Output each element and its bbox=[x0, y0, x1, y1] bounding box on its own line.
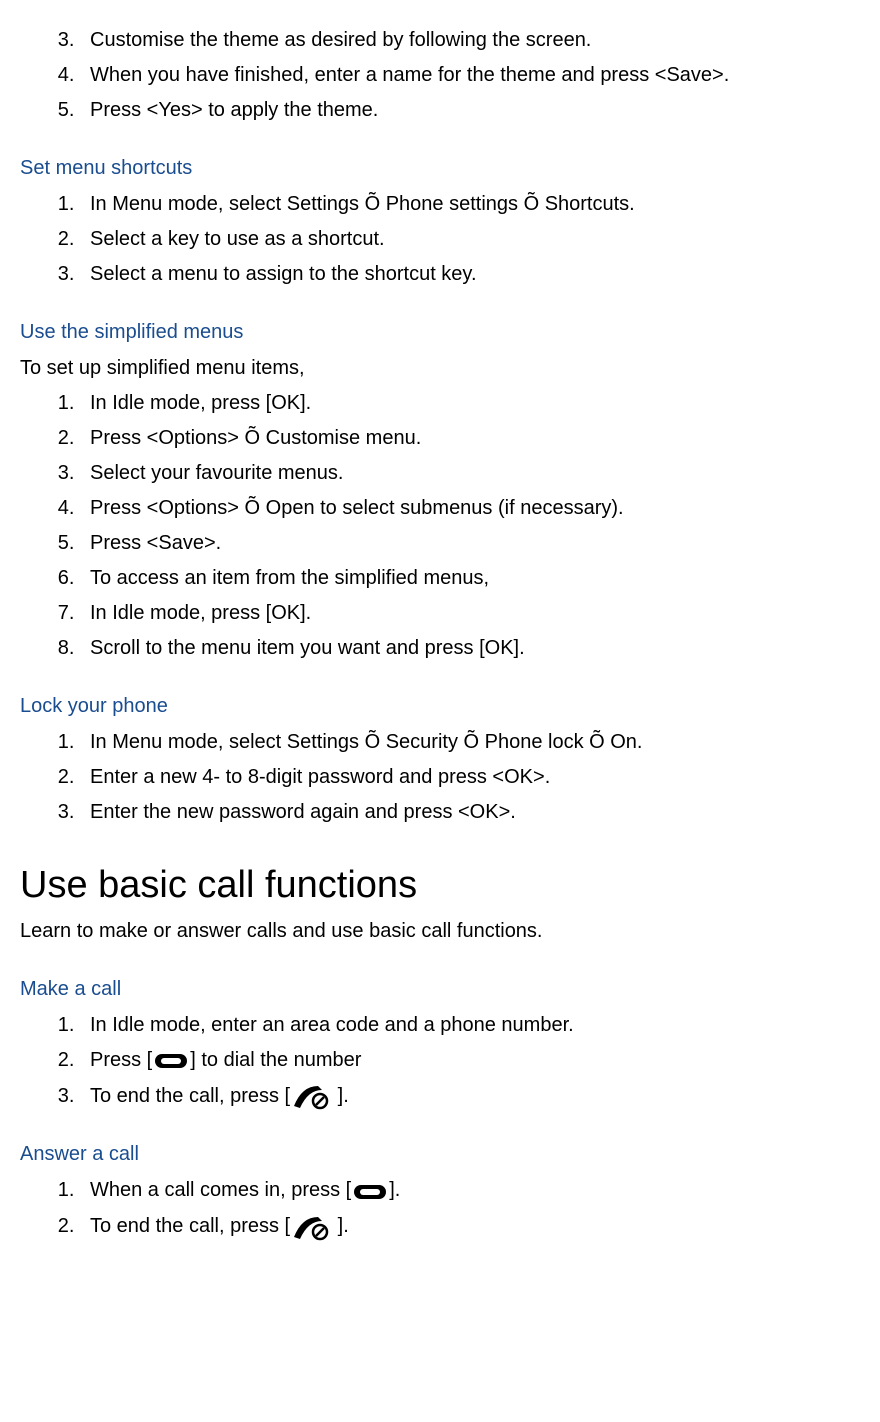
text-fragment: ]. bbox=[389, 1179, 400, 1201]
list-item: Enter the new password again and press <… bbox=[80, 797, 870, 827]
text-fragment: ]. bbox=[332, 1085, 349, 1107]
simplified-list: In Idle mode, press [OK]. Press <Options… bbox=[20, 388, 870, 663]
list-item: Enter a new 4- to 8-digit password and p… bbox=[80, 762, 870, 792]
heading-make-call: Make a call bbox=[20, 974, 870, 1004]
list-item: Press <Save>. bbox=[80, 528, 870, 558]
text-fragment: To end the call, press [ bbox=[90, 1215, 290, 1237]
heading-lock-phone: Lock your phone bbox=[20, 691, 870, 721]
lock-list: In Menu mode, select Settings Õ Security… bbox=[20, 727, 870, 827]
list-item: When a call comes in, press []. bbox=[80, 1175, 870, 1206]
heading-basic-call-functions: Use basic call functions bbox=[20, 857, 870, 914]
text-fragment: To end the call, press [ bbox=[90, 1085, 290, 1107]
heading-answer-call: Answer a call bbox=[20, 1139, 870, 1169]
list-item: In Menu mode, select Settings Õ Security… bbox=[80, 727, 870, 757]
end-call-icon bbox=[292, 1081, 330, 1111]
list-item: Press <Options> Õ Open to select submenu… bbox=[80, 493, 870, 523]
basic-calls-intro: Learn to make or answer calls and use ba… bbox=[20, 916, 870, 946]
list-item: Press <Yes> to apply the theme. bbox=[80, 95, 870, 125]
list-item: In Idle mode, enter an area code and a p… bbox=[80, 1010, 870, 1040]
end-call-icon bbox=[292, 1212, 330, 1242]
make-call-list: In Idle mode, enter an area code and a p… bbox=[20, 1010, 870, 1111]
list-item: Select a menu to assign to the shortcut … bbox=[80, 259, 870, 289]
list-item: To end the call, press [ ]. bbox=[80, 1081, 870, 1112]
simplified-intro: To set up simplified menu items, bbox=[20, 353, 870, 383]
heading-set-menu-shortcuts: Set menu shortcuts bbox=[20, 153, 870, 183]
list-item: To access an item from the simplified me… bbox=[80, 563, 870, 593]
heading-simplified-menus: Use the simplified menus bbox=[20, 317, 870, 347]
list-item: Customise the theme as desired by follow… bbox=[80, 25, 870, 55]
list-item: In Idle mode, press [OK]. bbox=[80, 388, 870, 418]
answer-call-list: When a call comes in, press []. To end t… bbox=[20, 1175, 870, 1241]
text-fragment: When a call comes in, press [ bbox=[90, 1179, 351, 1201]
text-fragment: ]. bbox=[332, 1215, 349, 1237]
list-item: In Menu mode, select Settings Õ Phone se… bbox=[80, 189, 870, 219]
list-item: Press [ ] to dial the number bbox=[80, 1045, 870, 1076]
list-item: In Idle mode, press [OK]. bbox=[80, 598, 870, 628]
text-fragment: ] to dial the number bbox=[190, 1049, 361, 1071]
text-fragment: Press [ bbox=[90, 1049, 152, 1071]
shortcuts-list: In Menu mode, select Settings Õ Phone se… bbox=[20, 189, 870, 289]
dial-key-icon bbox=[353, 1176, 387, 1206]
list-item: Scroll to the menu item you want and pre… bbox=[80, 633, 870, 663]
list-item: Select your favourite menus. bbox=[80, 458, 870, 488]
theme-steps-list: Customise the theme as desired by follow… bbox=[20, 25, 870, 125]
list-item: To end the call, press [ ]. bbox=[80, 1211, 870, 1242]
list-item: Press <Options> Õ Customise menu. bbox=[80, 423, 870, 453]
dial-key-icon bbox=[154, 1046, 188, 1076]
list-item: Select a key to use as a shortcut. bbox=[80, 224, 870, 254]
list-item: When you have finished, enter a name for… bbox=[80, 60, 870, 90]
